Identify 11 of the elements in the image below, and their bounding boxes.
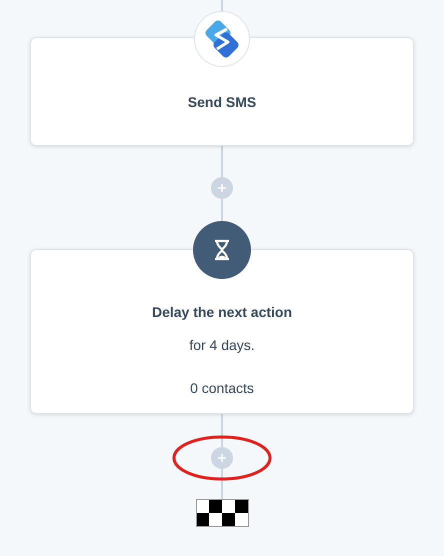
plus-icon bbox=[217, 453, 227, 463]
plus-icon bbox=[217, 183, 227, 193]
step-title: Send SMS bbox=[188, 93, 256, 112]
step-detail: 0 contacts bbox=[190, 379, 254, 398]
add-step-button[interactable] bbox=[211, 177, 233, 199]
step-title: Delay the next action bbox=[152, 303, 292, 322]
add-step-button[interactable] bbox=[211, 447, 233, 469]
step-card[interactable]: Delay the next action for 4 days. 0 contacts bbox=[30, 249, 414, 414]
step-detail: for 4 days. bbox=[189, 336, 255, 355]
finish-flag-icon bbox=[196, 499, 248, 527]
step-card[interactable]: Send SMS bbox=[30, 37, 414, 146]
